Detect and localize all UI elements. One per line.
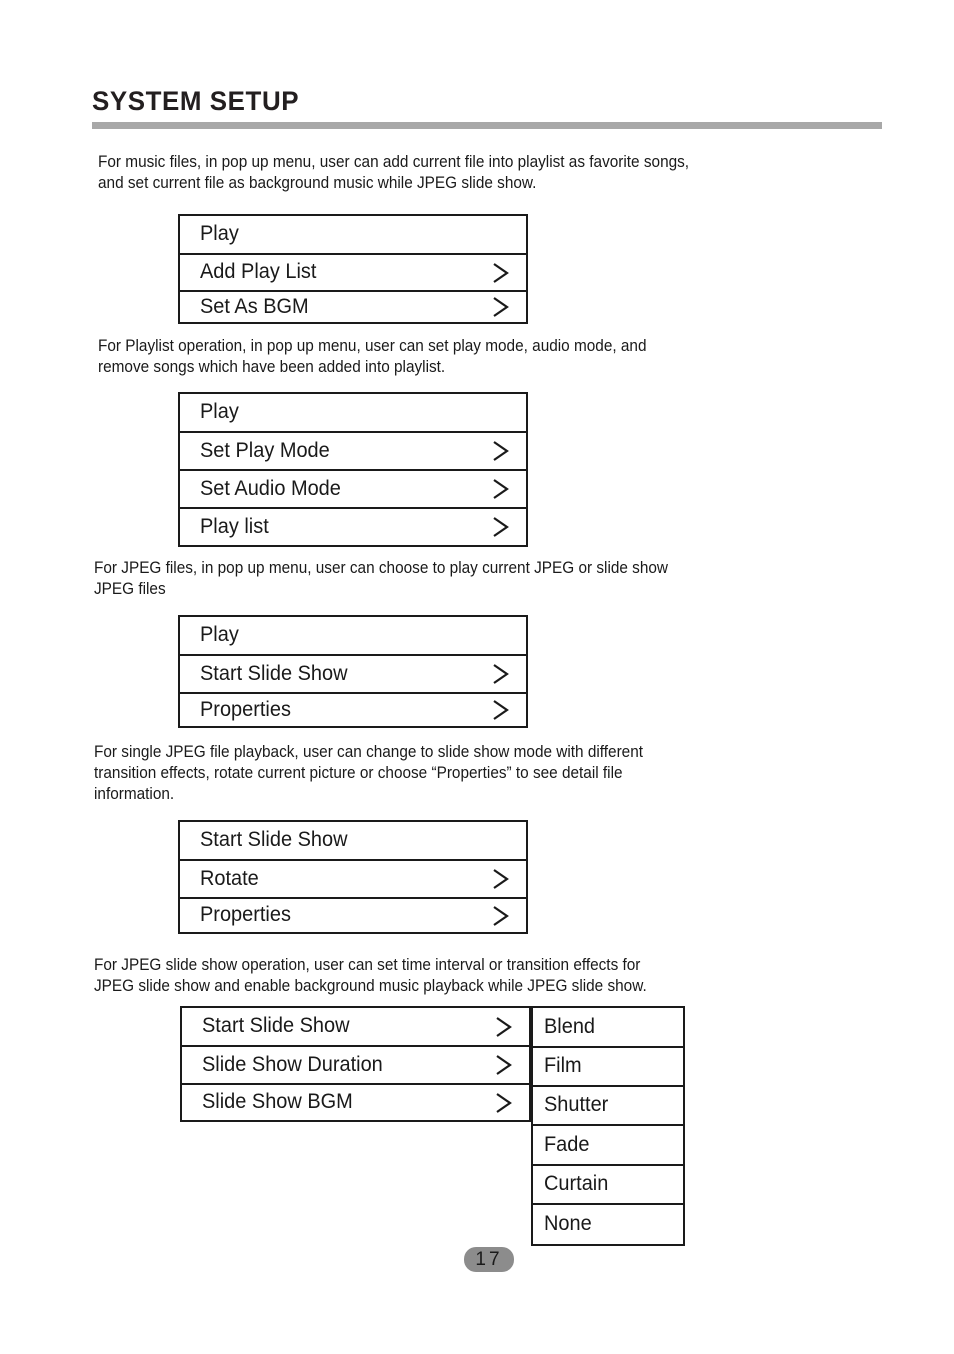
menu-music-popup[interactable]: Play Add Play List Set As BGM [178, 214, 528, 324]
menu-item-label: Play list [200, 514, 269, 538]
submenu-item-label: Curtain [544, 1172, 609, 1195]
menu-item-row[interactable]: Slide Show Duration [182, 1047, 529, 1085]
submenu-item-row[interactable]: Curtain [533, 1166, 683, 1205]
chevron-right-icon [493, 441, 509, 461]
menu-jpeg-popup[interactable]: Play Start Slide Show Properties [178, 615, 528, 728]
menu-item-label: Play [200, 222, 239, 245]
menu-playlist-popup[interactable]: Play Set Play Mode Set Audio Mode Play l… [178, 392, 528, 547]
menu-item-label: Start Slide Show [202, 1014, 350, 1037]
submenu-item-row[interactable]: Film [533, 1048, 683, 1087]
chevron-right-icon [493, 517, 509, 537]
submenu-item-label: Blend [544, 1014, 596, 1038]
menu-item-row[interactable]: Play [180, 394, 526, 433]
document-page: SYSTEM SETUP For music files, in pop up … [0, 0, 954, 1354]
menu-single-jpeg-popup[interactable]: Start Slide Show Rotate Properties [178, 820, 528, 934]
menu-item-label: Start Slide Show [200, 661, 348, 685]
chevron-right-icon [493, 297, 509, 317]
menu-item-label: Slide Show Duration [202, 1052, 383, 1076]
menu-item-label: Start Slide Show [200, 828, 348, 851]
paragraph-slide-show-operation: For JPEG slide show operation, user can … [94, 956, 647, 995]
submenu-item-row[interactable]: None [533, 1205, 683, 1244]
menu-item-label: Play [200, 623, 239, 646]
submenu-item-row[interactable]: Fade [533, 1126, 683, 1166]
page-number-badge: 17 [464, 1247, 514, 1272]
chevron-right-icon [493, 479, 509, 499]
paragraph-playlist-operation: For Playlist operation, in pop up menu, … [98, 337, 647, 376]
chevron-right-icon [496, 1055, 512, 1075]
menu-item-row[interactable]: Set Play Mode [180, 433, 526, 471]
menu-item-row[interactable]: Add Play List [180, 255, 526, 292]
submenu-item-label: Fade [544, 1132, 590, 1156]
menu-item-row[interactable]: Start Slide Show [182, 1008, 529, 1047]
submenu-transition-effects[interactable]: Blend Film Shutter Fade Curtain None [531, 1006, 685, 1246]
menu-item-row[interactable]: Set As BGM [180, 292, 526, 322]
chevron-right-icon [493, 905, 509, 926]
menu-item-row[interactable]: Properties [180, 694, 526, 726]
submenu-item-label: None [544, 1212, 592, 1235]
menu-item-row[interactable]: Start Slide Show [180, 656, 526, 694]
paragraph-jpeg-files: For JPEG files, in pop up menu, user can… [94, 559, 669, 598]
submenu-item-row[interactable]: Blend [533, 1008, 683, 1048]
chevron-right-icon [493, 262, 509, 283]
menu-item-label: Properties [200, 697, 291, 721]
chevron-right-icon [493, 869, 509, 889]
paragraph-music-files: For music files, in pop up menu, user ca… [98, 153, 690, 192]
menu-item-row[interactable]: Start Slide Show [180, 822, 526, 861]
chevron-right-icon [496, 1016, 512, 1037]
menu-item-label: Set Play Mode [200, 438, 330, 462]
paragraph-single-jpeg-playback: For single JPEG file playback, user can … [94, 743, 644, 803]
menu-slide-show-popup[interactable]: Start Slide Show Slide Show Duration Sli… [180, 1006, 531, 1122]
menu-item-label: Slide Show BGM [202, 1090, 353, 1113]
chevron-right-icon [493, 700, 509, 720]
menu-item-row[interactable]: Rotate [180, 861, 526, 899]
chevron-right-icon [496, 1092, 512, 1113]
menu-item-row[interactable]: Set Audio Mode [180, 471, 526, 509]
submenu-item-label: Film [544, 1054, 582, 1077]
page-title: SYSTEM SETUP [92, 86, 300, 116]
menu-item-label: Properties [200, 903, 291, 926]
menu-item-label: Set As BGM [200, 294, 309, 318]
menu-item-label: Set Audio Mode [200, 476, 341, 500]
menu-item-label: Rotate [200, 866, 259, 890]
submenu-item-label: Shutter [544, 1093, 609, 1116]
title-divider [92, 122, 882, 129]
chevron-right-icon [493, 664, 509, 684]
menu-item-row[interactable]: Slide Show BGM [182, 1085, 529, 1120]
menu-item-row[interactable]: Play [180, 617, 526, 656]
menu-item-label: Add Play List [200, 260, 317, 283]
menu-item-row[interactable]: Play list [180, 509, 526, 545]
menu-item-row[interactable]: Properties [180, 899, 526, 932]
submenu-item-row[interactable]: Shutter [533, 1087, 683, 1126]
menu-item-row[interactable]: Play [180, 216, 526, 255]
menu-item-label: Play [200, 400, 239, 423]
